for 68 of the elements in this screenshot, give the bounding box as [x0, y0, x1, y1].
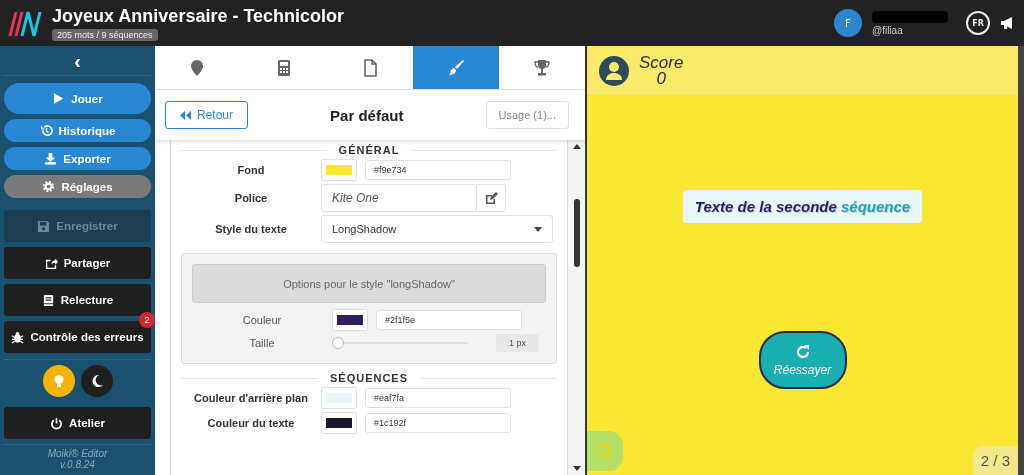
gear-icon	[42, 180, 56, 193]
sidebar-button[interactable]: Exporter	[4, 147, 151, 170]
page-counter: 2 / 3	[972, 446, 1018, 475]
sidebar-button[interactable]: Historique	[4, 119, 151, 142]
field-label: Police	[233, 192, 269, 204]
score-label: Score	[639, 54, 684, 71]
options-header: Options pour le style "longShadow"	[192, 264, 546, 303]
light-theme-button[interactable]	[42, 365, 75, 397]
sidebar-button[interactable]: Partager	[4, 247, 151, 279]
field-label: Couleur du texte	[206, 417, 296, 429]
workshop-button[interactable]: Atelier	[4, 407, 151, 439]
version-text: Moiki® Editor v.0.8.24	[4, 444, 151, 470]
field-label: Taille	[248, 337, 276, 349]
style-title: Par défaut	[330, 106, 404, 124]
word-count-badge: 205 mots / 9 séquences	[52, 28, 158, 41]
history-icon	[39, 124, 53, 137]
retry-icon	[794, 343, 811, 360]
collapse-button[interactable]: ‹	[4, 46, 151, 76]
power-icon	[50, 416, 64, 430]
section-heading: SÉQUENCES	[329, 372, 409, 384]
document-icon	[361, 58, 379, 77]
scroll-down-icon[interactable]	[572, 466, 581, 471]
usage-button[interactable]: Usage (1)...	[485, 101, 569, 129]
bug-icon	[11, 330, 25, 344]
sidebar-button[interactable]: Relecture	[4, 284, 151, 316]
color-field[interactable]: #2f1f5e	[376, 310, 522, 330]
user-handle: @filiaa	[872, 24, 904, 36]
trophy-icon	[533, 58, 551, 77]
language-button[interactable]: FR	[966, 11, 990, 35]
user-avatar[interactable]: F	[834, 9, 862, 37]
brush-icon	[447, 58, 465, 77]
sequence-text: Texte de la seconde séquence	[682, 190, 923, 223]
lightbulb-icon	[51, 374, 66, 388]
scroll-up-icon[interactable]	[572, 144, 581, 149]
dark-theme-button[interactable]	[80, 365, 113, 397]
color-swatch[interactable]	[321, 387, 357, 409]
color-swatch[interactable]	[332, 309, 368, 331]
calculator-icon	[275, 58, 293, 77]
back-button[interactable]: Retour	[165, 101, 249, 129]
rewind-icon	[180, 110, 191, 120]
field-label: Couleur	[241, 314, 283, 326]
color-field[interactable]: #eaf7fa	[365, 388, 511, 408]
field-label: Couleur d'arrière plan	[193, 392, 309, 404]
section-heading: GÉNÉRAL	[338, 144, 400, 156]
share-icon	[44, 256, 58, 270]
play-icon	[52, 92, 66, 105]
undo-icon	[597, 443, 613, 459]
edit-button[interactable]	[476, 184, 506, 212]
score-value: 0	[656, 70, 666, 87]
color-swatch[interactable]	[321, 412, 357, 434]
error-count-badge: 2	[139, 312, 155, 328]
scrollbar-thumb[interactable]	[573, 198, 580, 267]
sidebar-button[interactable]: Jouer	[4, 83, 151, 114]
color-field[interactable]: #1c192f	[365, 413, 511, 433]
field-label: Style du texte	[214, 223, 288, 235]
edit-icon	[484, 191, 498, 205]
book-icon	[41, 293, 55, 307]
sidebar-button[interactable]: Réglages	[4, 175, 151, 198]
caret-icon	[534, 226, 542, 232]
slider-thumb[interactable]	[332, 337, 344, 349]
field-label: Fond	[236, 164, 266, 176]
user-icon	[599, 55, 629, 86]
color-swatch[interactable]	[321, 159, 357, 181]
download-icon	[44, 152, 58, 165]
size-reading: 1 px	[496, 334, 539, 352]
project-title: Joyeux Anniversaire - Technicolor	[52, 5, 346, 27]
color-field[interactable]: #f9e734	[365, 160, 511, 180]
style-dropdown[interactable]: LongShadow	[321, 215, 553, 243]
